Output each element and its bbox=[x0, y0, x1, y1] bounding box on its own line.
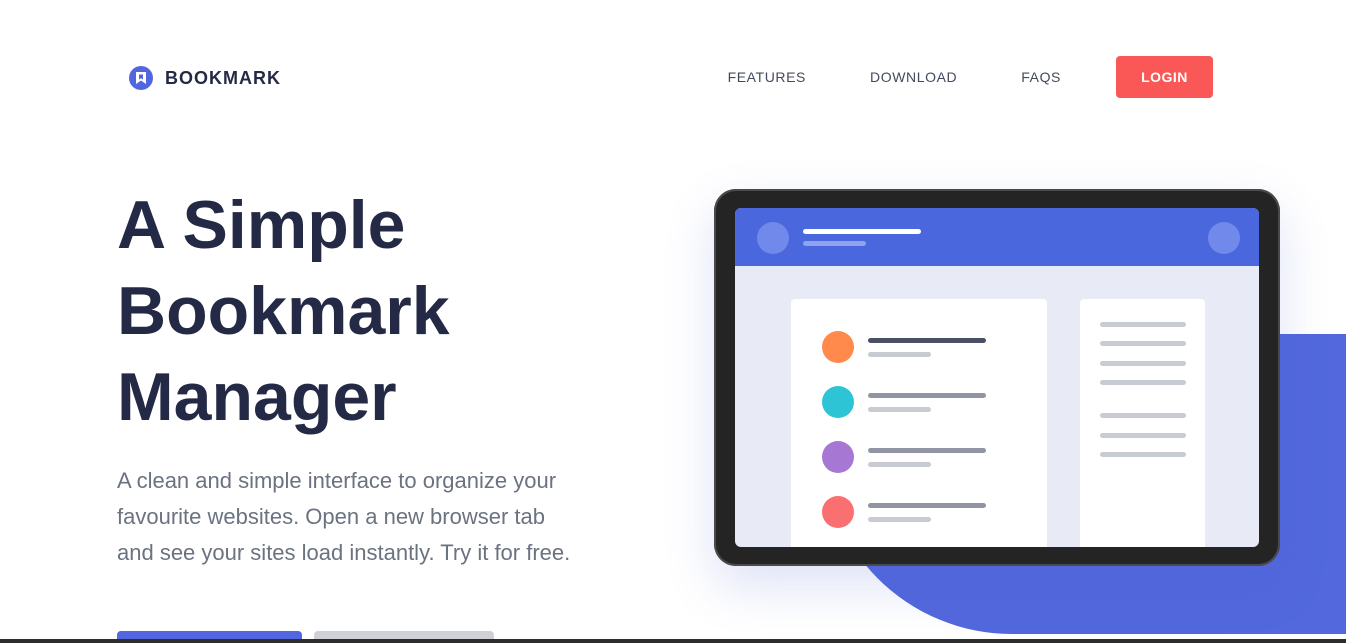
mock-line bbox=[868, 503, 986, 508]
nav-link-download[interactable]: DOWNLOAD bbox=[870, 69, 957, 85]
hero-title: A Simple Bookmark Manager bbox=[117, 182, 567, 440]
nav-link-features[interactable]: FEATURES bbox=[728, 69, 806, 85]
mock-line bbox=[868, 407, 931, 412]
mock-line bbox=[1100, 452, 1186, 457]
mock-list-item bbox=[822, 496, 1022, 528]
mock-line bbox=[868, 517, 931, 522]
mock-line bbox=[868, 462, 931, 467]
mock-side-panel bbox=[1080, 299, 1205, 547]
mock-list-dot bbox=[822, 496, 854, 528]
mock-list-dot bbox=[822, 441, 854, 473]
mock-list-item bbox=[822, 331, 1022, 363]
bookmark-icon bbox=[129, 66, 153, 90]
mock-line bbox=[1100, 380, 1186, 385]
mock-list-item bbox=[822, 386, 1022, 418]
nav-link-faqs[interactable]: FAQS bbox=[1021, 69, 1061, 85]
hero-title-line: Manager bbox=[117, 359, 397, 435]
mock-subtitle-line bbox=[803, 241, 866, 246]
mock-line bbox=[868, 393, 986, 398]
bottom-edge bbox=[0, 639, 1346, 643]
mock-line bbox=[1100, 361, 1186, 366]
mock-line bbox=[868, 352, 931, 357]
brand-name: BOOKMARK bbox=[165, 67, 281, 88]
mock-list-dot bbox=[822, 331, 854, 363]
mock-line bbox=[1100, 433, 1186, 438]
main-nav: FEATURES DOWNLOAD FAQS LOGIN bbox=[728, 56, 1213, 98]
brand-logo[interactable]: BOOKMARK bbox=[129, 66, 281, 90]
hero-description: A clean and simple interface to organize… bbox=[117, 468, 571, 565]
mock-bookmark-list bbox=[791, 299, 1047, 547]
hero-title-line: A Simple bbox=[117, 187, 406, 263]
mock-title-line bbox=[803, 229, 921, 234]
login-button[interactable]: LOGIN bbox=[1116, 56, 1213, 98]
mock-line bbox=[868, 338, 986, 343]
mock-list-dot bbox=[822, 386, 854, 418]
mock-avatar bbox=[757, 222, 789, 254]
tablet-screen bbox=[735, 208, 1259, 547]
mock-line bbox=[1100, 413, 1186, 418]
hero-title-line: Bookmark bbox=[117, 273, 450, 349]
landing-page: BOOKMARK FEATURES DOWNLOAD FAQS LOGIN A … bbox=[0, 0, 1346, 643]
mock-line bbox=[1100, 322, 1186, 327]
tablet-illustration bbox=[714, 189, 1280, 566]
mock-line bbox=[868, 448, 986, 453]
mock-list-item bbox=[822, 441, 1022, 473]
mock-app-header bbox=[735, 208, 1259, 266]
mock-menu-circle bbox=[1208, 222, 1240, 254]
mock-line bbox=[1100, 341, 1186, 346]
